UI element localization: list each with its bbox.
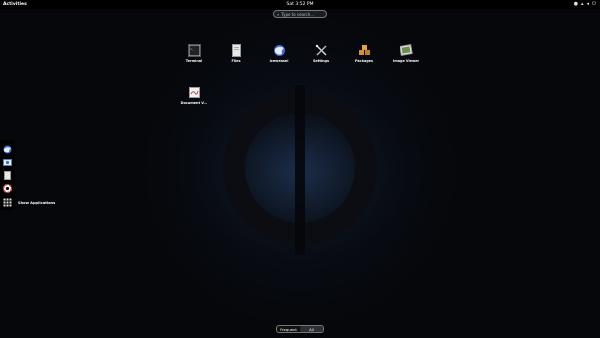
dash [0,140,15,210]
tab-frequent[interactable]: Frequent [277,326,300,332]
image-viewer-icon [399,44,413,56]
system-tray[interactable]: ● ▴ ◂ ⏻ [574,0,596,9]
app-packages[interactable]: Packages [349,44,379,63]
terminal-icon: >_ [187,44,201,57]
document-viewer-icon [188,87,200,98]
files-icon[interactable] [3,171,12,180]
top-bar: Activities Sat 3:52 PM ● ▴ ◂ ⏻ [0,0,600,9]
view-switch[interactable]: Frequent All [276,325,324,333]
search-placeholder: Type to search... [281,12,315,17]
browser-icon[interactable] [3,145,12,154]
app-settings[interactable]: Settings [306,44,336,63]
help-icon[interactable] [3,184,12,193]
tab-all[interactable]: All [300,326,323,332]
app-label: Document V... [180,101,208,105]
app-label: Image Viewer [392,59,420,63]
packages-icon [358,45,370,55]
app-label: Files [231,59,241,63]
app-iceweasel[interactable]: Iceweasel [264,44,294,63]
search-icon: ⌕ [277,12,280,17]
accessibility-icon[interactable]: ● [574,0,578,9]
app-label: Packages [355,59,373,63]
app-document-viewer[interactable]: Document V... [179,86,209,105]
search-input[interactable]: ⌕ Type to search... [273,10,327,18]
app-label: Settings [312,59,329,63]
settings-icon [315,44,326,56]
mail-icon[interactable] [3,158,12,167]
app-files[interactable]: Files [221,44,251,63]
show-apps-icon[interactable] [3,198,12,207]
show-apps-tooltip: Show Applications [18,201,56,205]
power-icon[interactable]: ⏻ [592,0,596,9]
app-label: Terminal [185,59,203,63]
files-icon [231,44,241,57]
volume-icon[interactable]: ◂ [587,0,590,9]
app-image-viewer[interactable]: Image Viewer [391,44,421,63]
debian-logo-watermark [223,85,377,255]
svg-text:>_: >_ [190,47,194,51]
app-terminal[interactable]: >_ Terminal [179,44,209,63]
network-icon[interactable]: ▴ [581,0,584,9]
browser-icon [273,45,285,56]
clock[interactable]: Sat 3:52 PM [0,0,600,9]
app-label: Iceweasel [269,59,289,63]
